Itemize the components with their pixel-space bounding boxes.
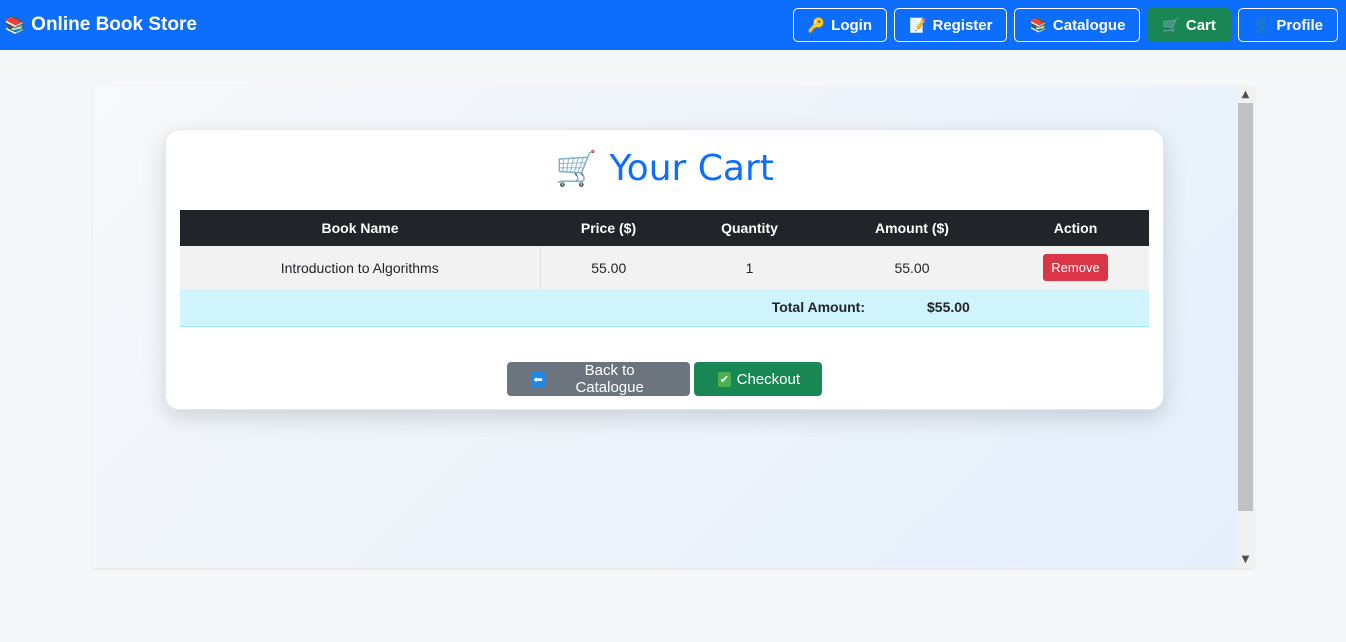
- brand-name: Online Book Store: [31, 14, 197, 35]
- col-amount: Amount ($): [875, 220, 949, 236]
- books-icon: 📚: [1029, 17, 1047, 33]
- cart-actions: ⬅ Back to Catalogue ✔ Checkout: [166, 362, 1163, 396]
- total-label-text: Total Amount:: [771, 299, 865, 316]
- books-icon: 📚: [4, 15, 26, 35]
- left-arrow-icon: ⬅: [531, 371, 546, 387]
- amount-cell: 55.00: [894, 259, 930, 276]
- table-header-row: Book Name Price ($) Quantity Amount ($) …: [180, 210, 1149, 246]
- back-to-catalogue-button[interactable]: ⬅ Back to Catalogue: [507, 362, 690, 396]
- action-cell: Remove: [1002, 246, 1149, 289]
- key-icon: 🔑: [807, 17, 826, 33]
- cart-icon: 🛒: [555, 148, 598, 189]
- remove-button[interactable]: Remove: [1043, 254, 1108, 281]
- cart-title-text: Your Cart: [609, 148, 774, 189]
- scroll-thumb[interactable]: [1238, 103, 1253, 511]
- login-button[interactable]: 🔑 Login: [792, 8, 887, 42]
- total-row: Total Amount: $55.00: [180, 289, 1149, 326]
- catalogue-label: Catalogue: [1052, 16, 1126, 34]
- memo-icon: 📝: [909, 17, 927, 33]
- cart-frame: 🛒 Your Cart Book Name Price ($) Quantity…: [93, 86, 1254, 568]
- price-cell: 55.00: [591, 259, 627, 276]
- scroll-up-icon[interactable]: ▲: [1237, 86, 1254, 103]
- col-action: Action: [1053, 220, 1098, 236]
- scroll-down-icon[interactable]: ▼: [1237, 551, 1254, 568]
- cart-card: 🛒 Your Cart Book Name Price ($) Quantity…: [165, 129, 1164, 410]
- cart-label: Cart: [1185, 16, 1216, 34]
- col-quantity: Quantity: [721, 220, 778, 236]
- total-value: $55.00: [927, 299, 970, 316]
- user-icon: 👤: [1252, 17, 1271, 33]
- checkout-label: Checkout: [736, 370, 800, 388]
- cart-icon: 🛒: [1162, 17, 1180, 33]
- back-label: Back to Catalogue: [575, 362, 644, 396]
- book-name-cell: Introduction to Algorithms: [180, 246, 541, 289]
- register-button[interactable]: 📝 Register: [894, 8, 1008, 42]
- nav-buttons: 🔑 Login 📝 Register 📚 Catalogue 🛒 Cart 👤 …: [792, 8, 1338, 42]
- vertical-scrollbar[interactable]: ▲ ▼: [1237, 86, 1254, 568]
- catalogue-button[interactable]: 📚 Catalogue: [1014, 8, 1141, 42]
- total-label: Total Amount:: [180, 289, 865, 326]
- checkout-button[interactable]: ✔ Checkout: [694, 362, 822, 396]
- register-label: Register: [932, 16, 993, 34]
- quantity-cell: 1: [745, 259, 754, 276]
- check-icon: ✔: [718, 371, 731, 387]
- brand[interactable]: 📚 Online Book Store: [4, 14, 197, 36]
- profile-button[interactable]: 👤 Profile: [1237, 8, 1338, 42]
- cart-button[interactable]: 🛒 Cart: [1147, 8, 1231, 42]
- cart-table: Book Name Price ($) Quantity Amount ($) …: [180, 210, 1149, 327]
- page-title: 🛒 Your Cart: [166, 148, 1163, 189]
- col-book-name: Book Name: [321, 220, 399, 236]
- top-navbar: 📚 Online Book Store 🔑 Login 📝 Register 📚…: [0, 0, 1346, 50]
- col-price: Price ($): [580, 220, 637, 236]
- table-row: Introduction to Algorithms 55.00 1 55.00…: [180, 246, 1149, 289]
- profile-label: Profile: [1276, 16, 1323, 34]
- login-label: Login: [831, 16, 872, 34]
